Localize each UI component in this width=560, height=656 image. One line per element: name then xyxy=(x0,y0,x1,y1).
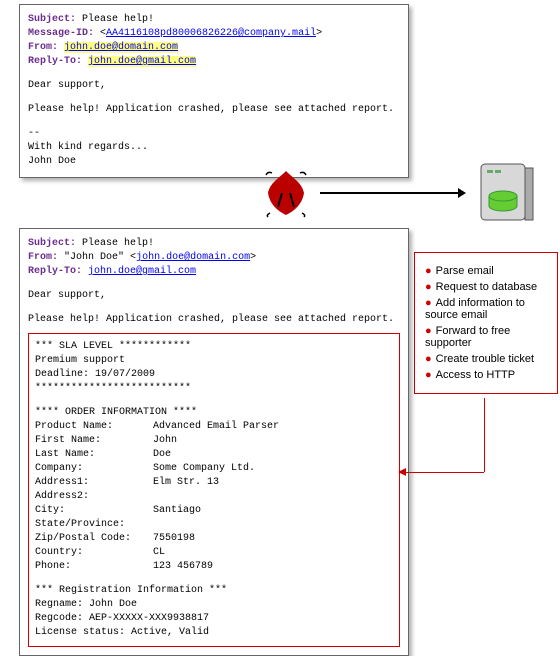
arrow-to-server-head xyxy=(458,188,466,198)
first-value: John xyxy=(153,435,177,446)
subject-label: Subject: xyxy=(28,14,76,25)
out-greeting: Dear support, xyxy=(28,289,400,303)
row-city: City:Santiago xyxy=(35,504,393,518)
first-label: First Name: xyxy=(35,434,153,448)
city-label: City: xyxy=(35,504,153,518)
from-line: From: john.doe@domain.com xyxy=(28,41,400,55)
row-phone: Phone:123 456789 xyxy=(35,560,393,574)
state-label: State/Province: xyxy=(35,518,153,532)
out-body: Please help! Application crashed, please… xyxy=(28,313,400,327)
subject-value: Please help! xyxy=(82,14,154,25)
subject-line: Subject: Please help! xyxy=(28,13,400,27)
arrow-to-server xyxy=(320,192,458,194)
addr2-label: Address2: xyxy=(35,490,153,504)
step-6: ●Access to HTTP xyxy=(425,369,547,381)
row-country: Country:CL xyxy=(35,546,393,560)
country-value: CL xyxy=(153,547,165,558)
from-link[interactable]: john.doe@domain.com xyxy=(64,42,178,53)
reg-license: License status: Active, Valid xyxy=(35,626,393,640)
sig-sep: -- xyxy=(28,127,400,141)
zip-value: 7550198 xyxy=(153,533,195,544)
phone-value: 123 456789 xyxy=(153,561,213,572)
reg-name: Regname: John Doe xyxy=(35,598,393,612)
step-1: ●Parse email xyxy=(425,265,547,277)
row-state: State/Province: xyxy=(35,518,393,532)
replyto-link[interactable]: john.doe@gmail.com xyxy=(88,56,196,67)
msgid-link[interactable]: AA4116108pd80006826226@company.mail xyxy=(106,28,316,39)
row-last: Last Name:Doe xyxy=(35,448,393,462)
country-label: Country: xyxy=(35,546,153,560)
sla-footer: ************************** xyxy=(35,382,393,396)
out-from-link[interactable]: john.doe@domain.com xyxy=(136,252,250,263)
sig-line2: John Doe xyxy=(28,155,400,169)
red-arrow-down xyxy=(484,398,485,472)
last-label: Last Name: xyxy=(35,448,153,462)
greeting: Dear support, xyxy=(28,79,400,93)
msgid-line: Message-ID: <AA4116108pd80006826226@comp… xyxy=(28,27,400,41)
sla-deadline: Deadline: 19/07/2009 xyxy=(35,368,393,382)
out-from-line: From: "John Doe" <john.doe@domain.com> xyxy=(28,251,400,265)
out-replyto-label: Reply-To: xyxy=(28,266,82,277)
last-value: Doe xyxy=(153,449,171,460)
msgid-label: Message-ID: xyxy=(28,28,94,39)
email-processed: Subject: Please help! From: "John Doe" <… xyxy=(19,228,409,656)
replyto-label: Reply-To: xyxy=(28,56,82,67)
from-label: From: xyxy=(28,42,58,53)
out-replyto-line: Reply-To: john.doe@gmail.com xyxy=(28,265,400,279)
sig-line1: With kind regards... xyxy=(28,141,400,155)
step-2: ●Request to database xyxy=(425,281,547,293)
phone-label: Phone: xyxy=(35,560,153,574)
addr1-label: Address1: xyxy=(35,476,153,490)
product-label: Product Name: xyxy=(35,420,153,434)
row-addr2: Address2: xyxy=(35,490,393,504)
sla-header: *** SLA LEVEL ************ xyxy=(35,340,393,354)
out-replyto-link[interactable]: john.doe@gmail.com xyxy=(88,266,196,277)
sla-level: Premium support xyxy=(35,354,393,368)
red-arrow-left xyxy=(406,472,484,473)
email-original: Subject: Please help! Message-ID: <AA411… xyxy=(19,4,409,178)
row-addr1: Address1:Elm Str. 13 xyxy=(35,476,393,490)
reg-header: *** Registration Information *** xyxy=(35,584,393,598)
city-value: Santiago xyxy=(153,505,201,516)
parser-logo-icon xyxy=(258,165,314,221)
row-product: Product Name:Advanced Email Parser xyxy=(35,420,393,434)
out-subject-line: Subject: Please help! xyxy=(28,237,400,251)
red-arrow-head xyxy=(398,468,406,476)
process-steps: ●Parse email ●Request to database ●Add i… xyxy=(414,252,558,394)
order-header: **** ORDER INFORMATION **** xyxy=(35,406,393,420)
zip-label: Zip/Postal Code: xyxy=(35,532,153,546)
step-5: ●Create trouble ticket xyxy=(425,353,547,365)
row-company: Company:Some Company Ltd. xyxy=(35,462,393,476)
company-label: Company: xyxy=(35,462,153,476)
out-from-label: From: xyxy=(28,252,58,263)
step-4: ●Forward to free supporter xyxy=(425,325,547,349)
addr1-value: Elm Str. 13 xyxy=(153,477,219,488)
row-first: First Name:John xyxy=(35,434,393,448)
out-from-name: "John Doe" xyxy=(64,252,124,263)
out-subject-label: Subject: xyxy=(28,238,76,249)
step-3: ●Add information to source email xyxy=(425,297,547,321)
out-subject-value: Please help! xyxy=(82,238,154,249)
row-zip: Zip/Postal Code:7550198 xyxy=(35,532,393,546)
replyto-line: Reply-To: john.doe@gmail.com xyxy=(28,55,400,69)
server-icon xyxy=(475,160,537,228)
reg-code: Regcode: AEP-XXXXX-XXX9938817 xyxy=(35,612,393,626)
product-value: Advanced Email Parser xyxy=(153,421,279,432)
company-value: Some Company Ltd. xyxy=(153,463,255,474)
body-text: Please help! Application crashed, please… xyxy=(28,103,400,117)
